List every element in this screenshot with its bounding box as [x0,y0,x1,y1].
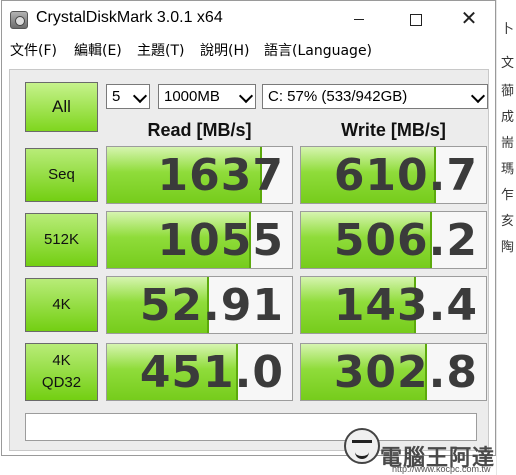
4k-read-cell: 52.91 [106,276,293,334]
app-window: CrystalDiskMark 3.0.1 x64 ✕ 文件(F) 編輯(E) … [1,0,496,456]
app-icon [10,11,28,29]
seq-button[interactable]: Seq [25,148,98,202]
menu-language[interactable]: 語言(Language) [264,40,372,60]
4k-qd32-write-value: 302.8 [333,347,478,398]
seq-write-value: 610.7 [333,150,478,201]
test-count-select[interactable]: 5 [106,84,150,109]
minimize-button[interactable] [336,1,382,37]
menu-help[interactable]: 說明(H) [200,40,249,60]
menu-file[interactable]: 文件(F) [10,40,57,60]
chevron-down-icon [471,90,484,103]
watermark-url: http://www.kocpc.com.tw [392,464,491,474]
test-count-value: 5 [112,88,121,105]
background-document: 卜 文 蓹 成 耑 瑪 乍 亥 陶 [496,0,516,475]
close-button[interactable]: ✕ [446,1,492,37]
write-header: Write [MB/s] [341,120,446,140]
background-char: 亥 [501,214,515,229]
4k-qd32-read-value: 451.0 [139,347,284,398]
512k-write-cell: 506.2 [300,211,487,269]
watermark-logo [344,428,380,464]
4k-qd32-write-cell: 302.8 [300,343,487,401]
drive-value: C: 57% (533/942GB) [268,88,408,105]
status-field[interactable] [25,413,477,441]
menu-edit[interactable]: 編輯(E) [74,40,122,60]
4k-qd32-read-cell: 451.0 [106,343,293,401]
run-all-button[interactable]: All [25,82,98,132]
background-char: 陶 [501,240,515,255]
benchmark-panel: All 5 1000MB C: 57% (533/942GB) Read [MB… [9,69,489,451]
512k-button[interactable]: 512K [25,213,98,267]
4k-button[interactable]: 4K [25,278,98,332]
512k-write-value: 506.2 [333,215,478,266]
seq-read-cell: 1637 [106,146,293,204]
background-char: 成 [501,110,515,125]
4k-write-value: 143.4 [333,280,478,331]
4k-qd32-button[interactable]: 4K QD32 [25,343,98,401]
menu-bar: 文件(F) 編輯(E) 主題(T) 說明(H) 語言(Language) [2,37,495,61]
test-size-select[interactable]: 1000MB [158,84,256,109]
chevron-down-icon [133,90,146,103]
test-size-value: 1000MB [164,88,220,105]
background-char: 耑 [501,136,515,151]
drive-select[interactable]: C: 57% (533/942GB) [262,84,488,109]
chevron-down-icon [239,90,252,103]
background-char: 卜 [501,22,515,37]
4k-write-cell: 143.4 [300,276,487,334]
4k-read-value: 52.91 [139,280,284,331]
maximize-button[interactable] [392,1,438,37]
512k-read-cell: 1055 [106,211,293,269]
background-char: 瑪 [501,162,515,177]
background-char: 文 [501,56,515,71]
title-bar[interactable]: CrystalDiskMark 3.0.1 x64 ✕ [2,1,495,37]
read-header: Read [MB/s] [147,120,252,140]
seq-write-cell: 610.7 [300,146,487,204]
seq-read-value: 1637 [157,150,284,201]
512k-read-value: 1055 [157,215,284,266]
background-char: 蓹 [501,84,515,99]
menu-theme[interactable]: 主題(T) [137,40,184,60]
window-title: CrystalDiskMark 3.0.1 x64 [36,9,223,26]
background-char: 乍 [501,188,515,203]
